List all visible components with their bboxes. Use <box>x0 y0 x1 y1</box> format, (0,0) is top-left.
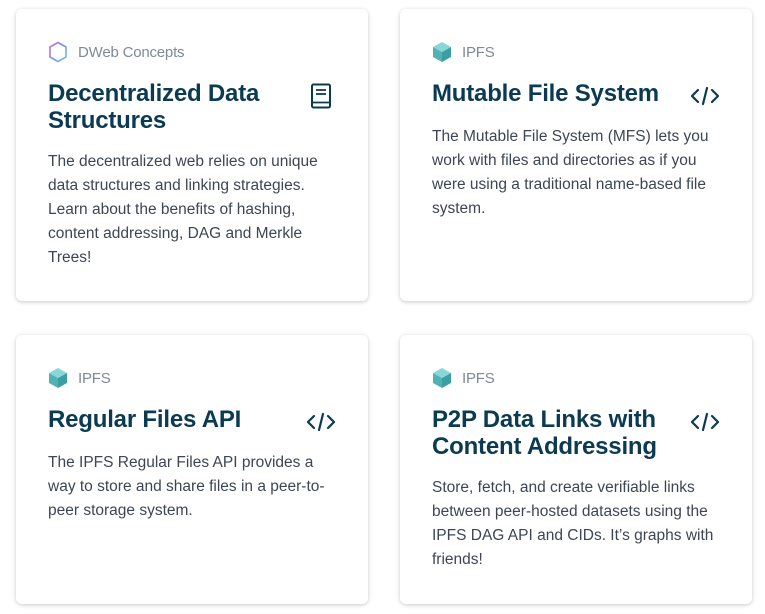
card-title[interactable]: Mutable File System <box>432 80 682 107</box>
card-title[interactable]: Regular Files API <box>48 406 298 433</box>
code-icon <box>306 412 336 432</box>
book-icon <box>311 83 331 109</box>
tutorial-card-decentralized-data-structures[interactable]: DWeb Concepts Decentralized Data Structu… <box>16 9 368 301</box>
tutorial-card-mutable-file-system[interactable]: IPFS Mutable File System The Mutable Fil… <box>400 9 752 301</box>
ipfs-cube-icon <box>433 42 451 62</box>
card-tag: IPFS <box>48 367 111 389</box>
card-description: The IPFS Regular Files API provides a wa… <box>48 454 325 519</box>
card-description: The Mutable File System (MFS) lets you w… <box>432 128 709 217</box>
card-tag: IPFS <box>432 367 495 389</box>
card-tag-label: IPFS <box>462 369 495 387</box>
card-title[interactable]: P2P Data Links with Content Addressing <box>432 406 682 460</box>
card-tag-label: IPFS <box>78 369 111 387</box>
hexagon-outline-icon <box>49 41 67 63</box>
code-icon <box>690 86 720 106</box>
card-title[interactable]: Decentralized Data Structures <box>48 80 298 134</box>
card-description: The decentralized web relies on unique d… <box>48 153 318 266</box>
card-tag: DWeb Concepts <box>48 41 185 63</box>
card-tag: IPFS <box>432 41 495 63</box>
code-icon <box>690 412 720 432</box>
ipfs-cube-icon <box>433 368 451 388</box>
card-tag-label: DWeb Concepts <box>78 43 185 61</box>
card-description: Store, fetch, and create verifiable link… <box>432 479 714 568</box>
tutorial-card-p2p-data-links[interactable]: IPFS P2P Data Links with Content Address… <box>400 335 752 604</box>
ipfs-cube-icon <box>49 368 67 388</box>
card-tag-label: IPFS <box>462 43 495 61</box>
tutorial-card-regular-files-api[interactable]: IPFS Regular Files API The IPFS Regular … <box>16 335 368 604</box>
